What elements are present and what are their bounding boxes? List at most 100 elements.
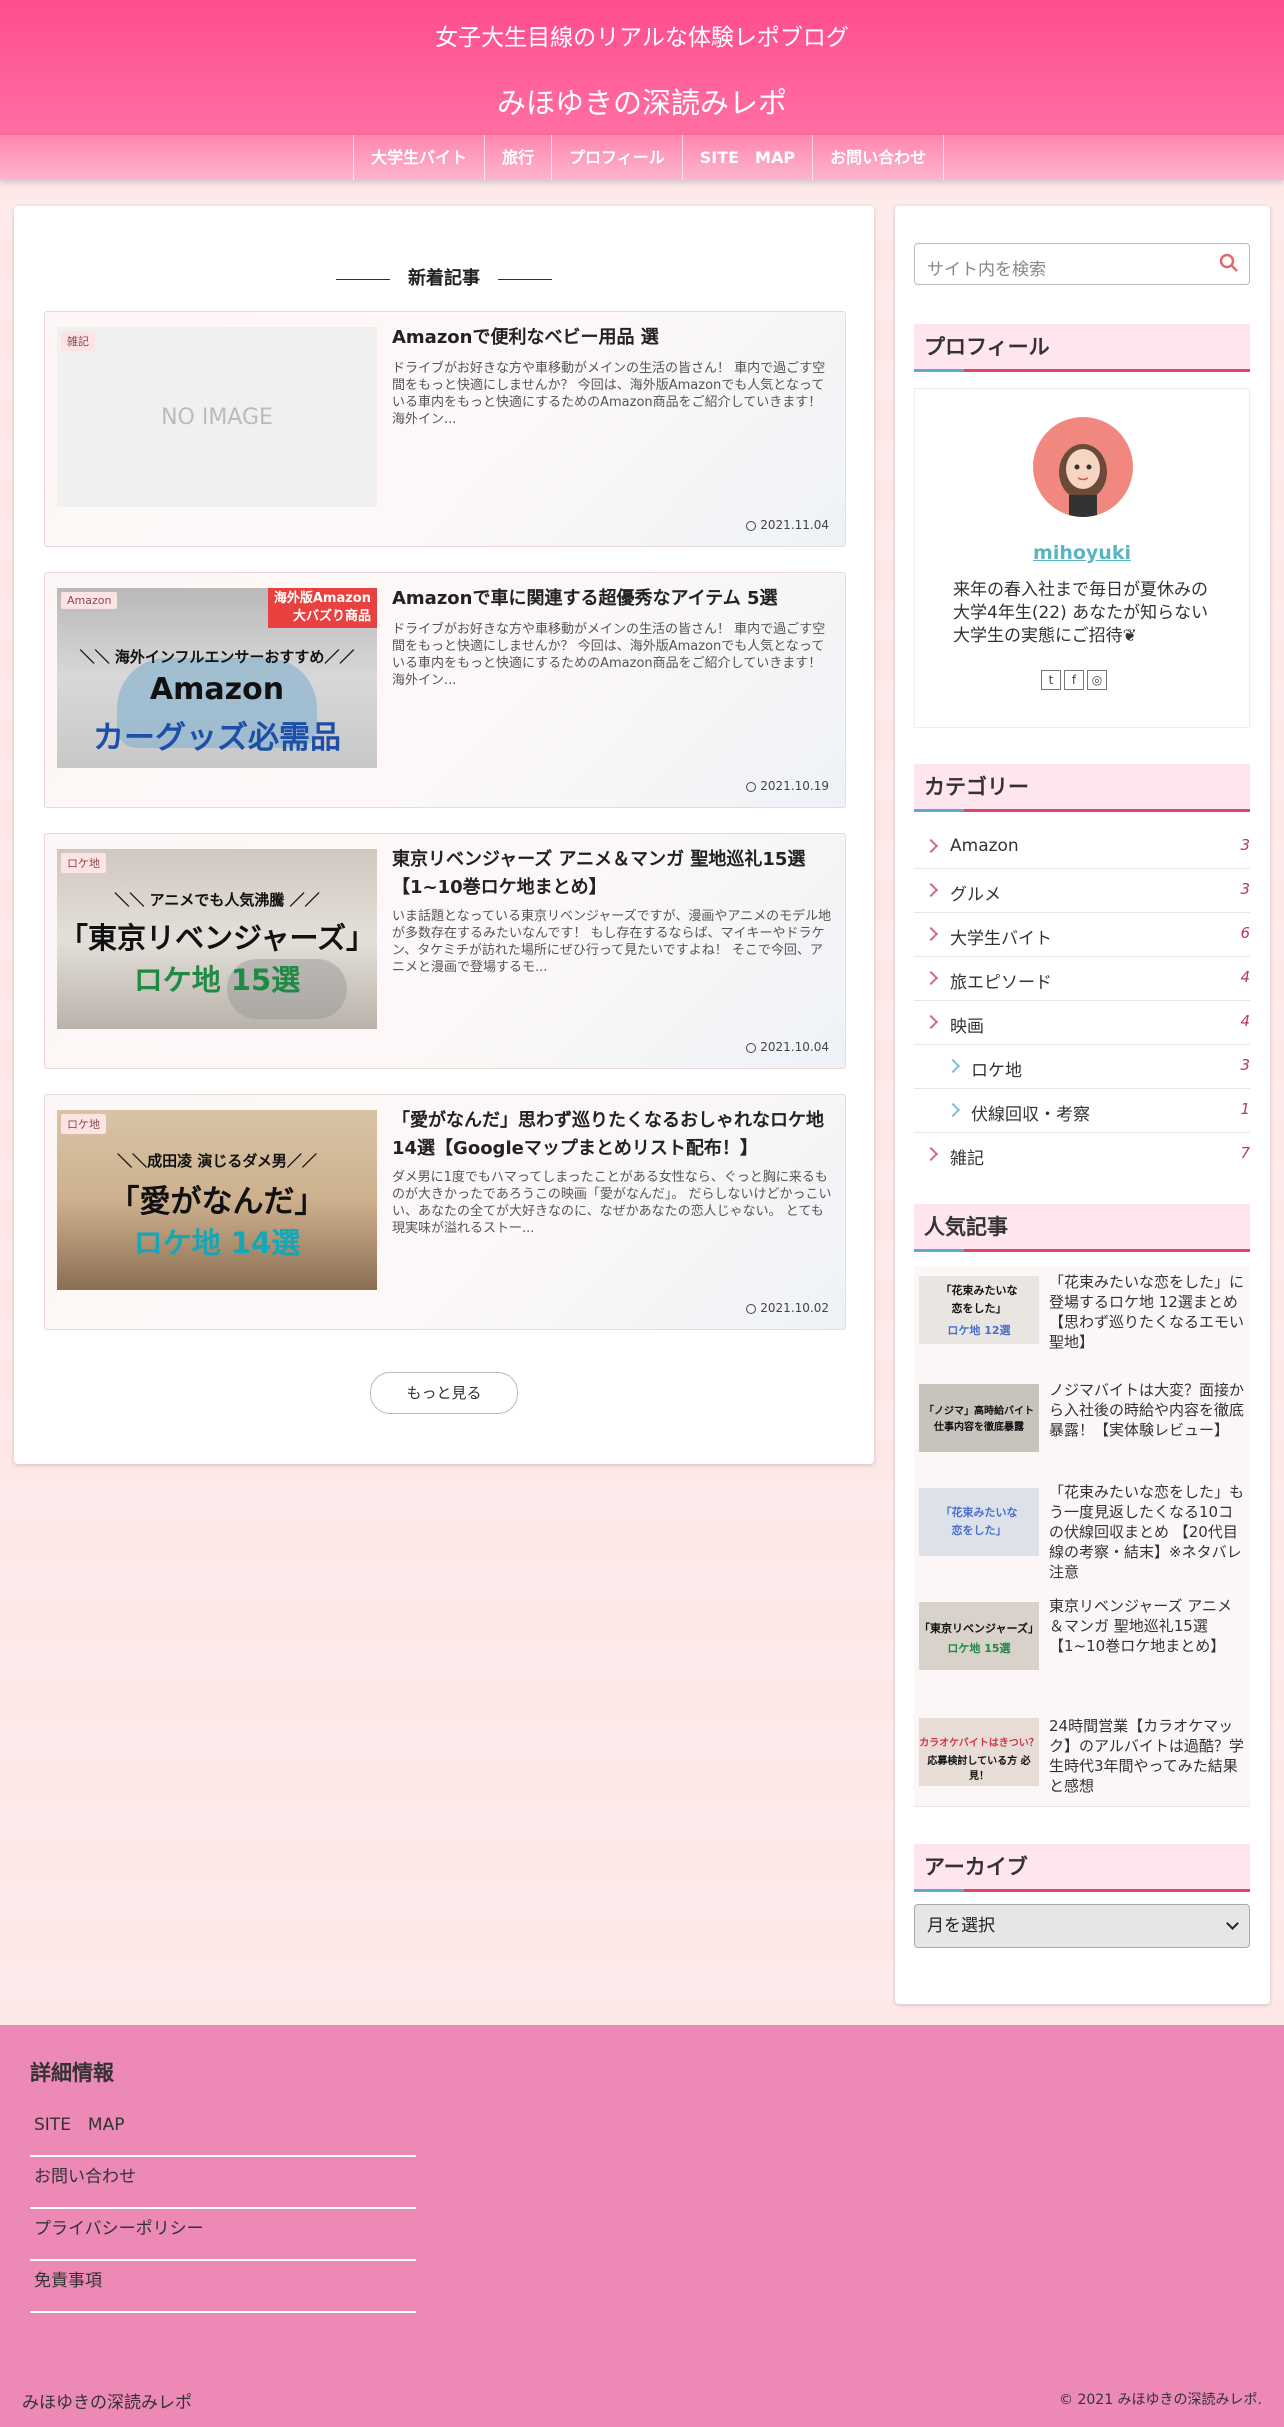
chevron-right-icon [945,1058,961,1074]
more-button[interactable]: もっと見る [370,1372,518,1414]
nav-item-contact[interactable]: お問い合わせ [812,135,945,180]
archive-select-value: 月を選択 [927,1916,995,1936]
article-date: 2021.10.19 [746,779,829,793]
nav-item-sitemap[interactable]: SITE MAP [681,135,812,180]
subcategory-item[interactable]: ロケ地 3 [914,1045,1250,1089]
thumbnail-caption: ＼＼ アニメでも人気沸騰 ／／ [114,891,320,909]
chevron-right-icon [923,970,939,986]
nav-item-travel[interactable]: 旅行 [484,135,551,180]
profile-name[interactable]: mihoyuki [915,542,1249,564]
popular-item[interactable]: 「花束みたいな 恋をした」 「花束みたいな恋をした」もう一度見返したくなる10コ… [914,1474,1250,1591]
archive-select[interactable]: 月を選択 [914,1904,1250,1948]
article-date: 2021.10.02 [746,1301,829,1315]
search-icon[interactable] [1219,253,1239,273]
site-footer: 詳細情報 SITE MAP お問い合わせ プライバシーポリシー 免責事項 みほゆ… [0,2025,1284,2427]
profile-description: 来年の春入社まで毎日が夏休みの大学4年生(22) あなたが知らない大学生の実態に… [953,580,1209,646]
category-widget-title: カテゴリー [914,764,1250,812]
no-image-placeholder: NO IMAGE [57,327,377,507]
footer-link-contact[interactable]: お問い合わせ [30,2157,416,2209]
site-title[interactable]: みほゆきの深読みレポ [0,80,1284,122]
chevron-right-icon [923,926,939,942]
popular-title[interactable]: 「花束みたいな恋をした」に登場するロケ地 12選まとめ【思わず巡りたくなるエモい… [1049,1272,1245,1352]
thumbnail-subheading: ロケ地 14選 [133,1226,301,1260]
chevron-down-icon [1226,1917,1239,1930]
article-title[interactable]: 「愛がなんだ」思わず巡りたくなるおしゃれなロケ地14選【Googleマップまとめ… [392,1107,832,1163]
chevron-right-icon [923,838,939,854]
clock-icon [746,782,757,792]
category-item[interactable]: 大学生バイト 6 [914,913,1250,957]
footer-link-sitemap[interactable]: SITE MAP [30,2105,416,2157]
popular-item[interactable]: カラオケバイトはきつい？ 応募検討している方 必見！ 24時間営業【カラオケマッ… [914,1696,1250,1807]
category-label: ロケ地 [61,853,106,873]
category-item[interactable]: グルメ 3 [914,869,1250,913]
category-item[interactable]: Amazon 3 [914,825,1250,869]
archive-widget-title: アーカイブ [914,1844,1250,1892]
section-heading-text: 新着記事 [408,268,480,289]
popular-title[interactable]: 24時間営業【カラオケマック】のアルバイトは過酷？学生時代3年間やってみた結果と… [1049,1716,1245,1796]
article-card[interactable]: ロケ地 ＼＼成田凌 演じるダメ男／／ 「愛がなんだ」 ロケ地 14選 「愛がなん… [44,1094,846,1330]
footer-links: SITE MAP お問い合わせ プライバシーポリシー 免責事項 [30,2105,416,2313]
article-thumbnail[interactable]: ロケ地 ＼＼成田凌 演じるダメ男／／ 「愛がなんだ」 ロケ地 14選 [57,1110,377,1290]
profile-widget-title: プロフィール [914,324,1250,372]
chevron-right-icon [923,1014,939,1030]
article-snippet: いま話題となっている東京リベンジャーズですが、漫画やアニメのモデル地が多数存在す… [392,909,832,975]
article-title[interactable]: Amazonで車に関連する超優秀なアイテム 5選 [392,585,832,613]
subcategory-item[interactable]: 伏線回収・考察 1 [914,1089,1250,1133]
popular-thumbnail[interactable]: カラオケバイトはきつい？ 応募検討している方 必見！ [919,1718,1039,1786]
thumbnail-heading: 「愛がなんだ」 [108,1184,326,1220]
category-item[interactable]: 映画 4 [914,1001,1250,1045]
clock-icon [746,521,757,531]
popular-thumbnail[interactable]: 「ノジマ」高時給バイト 仕事内容を徹底暴露 [919,1384,1039,1452]
section-heading: 新着記事 [14,264,874,290]
article-thumbnail[interactable]: Amazon 海外版Amazon 大バズり商品 ＼＼ 海外インフルエンサーおすす… [57,588,377,768]
thumbnail-heading: 「東京リベンジャーズ」 [58,921,376,955]
profile-widget: mihoyuki 来年の春入社まで毎日が夏休みの大学4年生(22) あなたが知ら… [914,388,1250,728]
chevron-right-icon [945,1102,961,1118]
sidebar: サイト内を検索 プロフィール mihoyuki 来年の春入社まで毎日が夏休みの大… [895,206,1270,2004]
main-content: 新着記事 雑記 NO IMAGE Amazonで便利なベビー用品 選 ドライブが… [14,206,874,1464]
thumbnail-caption: ＼＼成田凌 演じるダメ男／／ [117,1152,317,1170]
nav-item-profile[interactable]: プロフィール [551,135,682,180]
article-title[interactable]: Amazonで便利なベビー用品 選 [392,324,832,352]
category-item[interactable]: 旅エピソード 4 [914,957,1250,1001]
site-header: 女子大生目線のリアルな体験レポブログ みほゆきの深読みレポ [0,0,1284,135]
popular-thumbnail[interactable]: 「花束みたいな 恋をした」 ロケ地 12選 [919,1276,1039,1344]
article-card[interactable]: Amazon 海外版Amazon 大バズり商品 ＼＼ 海外インフルエンサーおすす… [44,572,846,808]
social-links: t f ◎ [1041,670,1107,690]
popular-title[interactable]: 「花束みたいな恋をした」もう一度見返したくなる10コの伏線回収まとめ 【20代目… [1049,1482,1245,1582]
article-snippet: ドライブがお好きな方や車移動がメインの生活の皆さん！ 車内で過ごす空間をもっと快… [392,361,826,427]
clock-icon [746,1043,757,1053]
article-card[interactable]: 雑記 NO IMAGE Amazonで便利なベビー用品 選 ドライブがお好きな方… [44,311,846,547]
article-card[interactable]: ロケ地 ＼＼ アニメでも人気沸騰 ／／ 「東京リベンジャーズ」 ロケ地 15選 … [44,833,846,1069]
nav-item-part-time[interactable]: 大学生バイト [353,135,484,180]
popular-item[interactable]: 「花束みたいな 恋をした」 ロケ地 12選 「花束みたいな恋をした」に登場するロ… [914,1266,1250,1371]
category-label: Amazon [61,592,118,609]
copyright: © 2021 みほゆきの深読みレポ. [1059,2392,1262,2408]
popular-title[interactable]: ノジマバイトは大変？面接から入社後の時給や内容を徹底暴露！【実体験レビュー】 [1049,1380,1245,1440]
instagram-icon[interactable]: ◎ [1087,670,1107,690]
article-title[interactable]: 東京リベンジャーズ アニメ＆マンガ 聖地巡礼15選【1~10巻ロケ地まとめ】 [392,846,832,902]
article-thumbnail[interactable]: 雑記 NO IMAGE [57,327,377,507]
clock-icon [746,1304,757,1314]
article-thumbnail[interactable]: ロケ地 ＼＼ アニメでも人気沸騰 ／／ 「東京リベンジャーズ」 ロケ地 15選 [57,849,377,1029]
footer-site-name[interactable]: みほゆきの深読みレポ [22,2388,192,2413]
thumbnail-caption: ＼＼ 海外インフルエンサーおすすめ／／ [79,648,355,666]
thumbnail-badge-line1: 海外版Amazon [273,591,371,606]
popular-item[interactable]: 「ノジマ」高時給バイト 仕事内容を徹底暴露 ノジマバイトは大変？面接から入社後の… [914,1370,1250,1475]
footer-link-privacy[interactable]: プライバシーポリシー [30,2209,416,2261]
twitter-icon[interactable]: t [1041,670,1061,690]
article-date: 2021.11.04 [746,518,829,532]
facebook-icon[interactable]: f [1064,670,1084,690]
article-snippet: ドライブがお好きな方や車移動がメインの生活の皆さん！ 車内で過ごす空間をもっと快… [392,622,826,688]
category-label: 雑記 [61,331,95,351]
footer-title: 詳細情報 [30,2061,114,2085]
popular-title[interactable]: 東京リベンジャーズ アニメ＆マンガ 聖地巡礼15選【1~10巻ロケ地まとめ】 [1049,1596,1245,1656]
popular-thumbnail[interactable]: 「花束みたいな 恋をした」 [919,1488,1039,1556]
popular-item[interactable]: 「東京リベンジャーズ」 ロケ地 15選 東京リベンジャーズ アニメ＆マンガ 聖地… [914,1590,1250,1697]
global-nav: 大学生バイト 旅行 プロフィール SITE MAP お問い合わせ [0,135,1284,180]
search-input[interactable]: サイト内を検索 [914,243,1250,285]
chevron-right-icon [923,1146,939,1162]
popular-thumbnail[interactable]: 「東京リベンジャーズ」 ロケ地 15選 [919,1602,1039,1670]
category-item[interactable]: 雑記 7 [914,1133,1250,1176]
footer-link-disclaimer[interactable]: 免責事項 [30,2261,416,2313]
